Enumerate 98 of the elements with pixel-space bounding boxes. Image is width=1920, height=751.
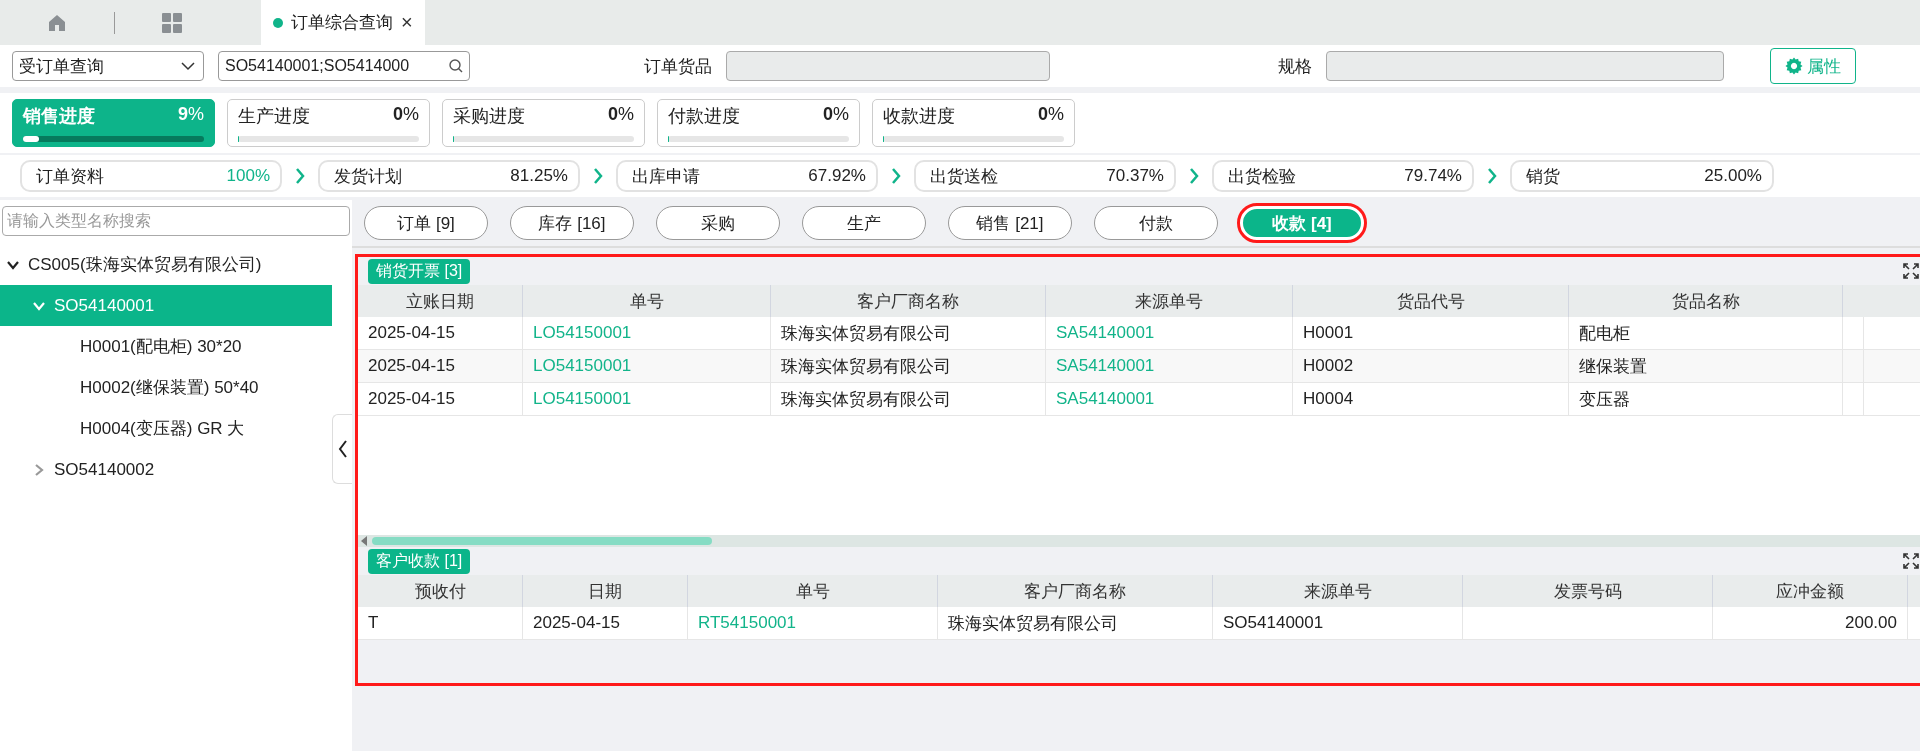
column-header: 客户厂商名称 xyxy=(938,575,1213,607)
detail-tab[interactable]: 库存 [16] xyxy=(510,206,634,240)
table-cell: H0002 xyxy=(1303,356,1354,376)
table-cell-text: 珠海实体贸易有限公司 xyxy=(781,388,951,411)
column-header: 客户厂商名称 xyxy=(771,285,1046,317)
column-header: 货品代号 xyxy=(1293,285,1569,317)
stage-value: 81.25% xyxy=(510,166,568,186)
stage-pill[interactable]: 出库申请 67.92% xyxy=(616,160,878,192)
stage-value: 25.00% xyxy=(1704,166,1762,186)
fullscreen-icon[interactable] xyxy=(1903,263,1919,279)
chevron-left-icon xyxy=(337,440,348,458)
chevron-right-icon xyxy=(891,168,901,184)
progress-label: 采购进度 xyxy=(453,105,525,128)
table-cell-text: 珠海实体贸易有限公司 xyxy=(781,322,951,345)
progress-card[interactable]: 收款进度 0% xyxy=(872,99,1075,147)
query-type-select[interactable]: 受订单查询 xyxy=(12,51,204,81)
column-header: 发票号码 xyxy=(1463,575,1713,607)
search-field[interactable]: SO54140001;SO5414000 xyxy=(218,51,470,81)
collapse-button[interactable] xyxy=(332,414,352,484)
table-cell-text: 配电柜 xyxy=(1579,322,1630,345)
tab-label: 订单综合查询 xyxy=(291,12,393,34)
fullscreen-icon[interactable] xyxy=(1903,553,1919,569)
status-dot-icon xyxy=(273,17,283,28)
stage-pill[interactable]: 订单资料 100% xyxy=(20,160,282,192)
stage-value: 79.74% xyxy=(1404,166,1462,186)
table-cell: 2025-04-15 xyxy=(368,389,455,409)
table-cell-text: 变压器 xyxy=(1579,388,1630,411)
column-header: 预收付 xyxy=(358,575,523,607)
table-cell: T xyxy=(368,613,379,633)
progress-value: 0% xyxy=(392,104,419,126)
progress-value: 0% xyxy=(822,104,849,126)
progress-value: 0% xyxy=(607,104,634,126)
chevron-right-icon xyxy=(1189,168,1199,184)
table-cell: 200.00 xyxy=(1845,613,1897,633)
chevron-right-icon xyxy=(593,168,603,184)
table-cell: H0004 xyxy=(1303,389,1354,409)
table-cell: H0001 xyxy=(1303,323,1354,343)
table-cell: 2025-04-15 xyxy=(533,613,620,633)
tree-item[interactable]: H0004(变压器) GR 大 xyxy=(0,408,332,449)
stage-pill[interactable]: 销货 25.00% xyxy=(1510,160,1774,192)
stage-label: 订单资料 xyxy=(36,165,104,188)
table-cell-text: 珠海实体贸易有限公司 xyxy=(781,355,951,378)
progress-label: 生产进度 xyxy=(238,105,310,128)
triangle-left-icon[interactable] xyxy=(360,536,368,546)
table-cell: SO54140001 xyxy=(1223,613,1324,633)
detail-tab[interactable]: 销售 [21] xyxy=(948,206,1072,240)
column-header: 来源单号 xyxy=(1213,575,1463,607)
detail-tab[interactable]: 付款 xyxy=(1094,206,1218,240)
section-title: 销货开票 [3] xyxy=(368,258,471,284)
chevron-right-icon xyxy=(1487,168,1497,184)
stage-label: 发货计划 xyxy=(334,165,402,188)
column-header: 来源单号 xyxy=(1046,285,1293,317)
table-cell: 2025-04-15 xyxy=(368,356,455,376)
tree-item[interactable]: H0001(配电柜) 30*20 xyxy=(0,326,332,367)
tree-item[interactable]: SO54140002 xyxy=(0,449,332,490)
column-header: 单号 xyxy=(688,575,938,607)
detail-tab[interactable]: 生产 xyxy=(802,206,926,240)
tree-item[interactable]: H0002(继保装置) 50*40 xyxy=(0,367,332,408)
field-label: 订单货品 xyxy=(644,55,712,78)
stage-label: 出货送检 xyxy=(930,165,998,188)
table-cell-text: 继保装置 xyxy=(1579,355,1647,378)
table-cell-text: 珠海实体贸易有限公司 xyxy=(948,612,1118,635)
stage-pill[interactable]: 出货检验 79.74% xyxy=(1212,160,1474,192)
stage-value: 70.37% xyxy=(1106,166,1164,186)
section-title: 客户收款 [1] xyxy=(368,548,471,574)
progress-label: 销售进度 xyxy=(23,105,95,128)
progress-value: 9% xyxy=(177,104,204,126)
column-header: 立账日期 xyxy=(358,285,523,317)
search-icon xyxy=(449,59,463,73)
detail-tab[interactable]: 订单 [9] xyxy=(364,206,488,240)
gear-icon xyxy=(1785,57,1803,75)
stage-pill[interactable]: 发货计划 81.25% xyxy=(318,160,580,192)
progress-card[interactable]: 生产进度 0% xyxy=(227,99,430,147)
field-label: 规格 xyxy=(1278,55,1312,78)
page-tab[interactable]: 订单综合查询 × xyxy=(261,0,425,45)
stage-value: 67.92% xyxy=(808,166,866,186)
column-header: 日期 xyxy=(523,575,688,607)
stage-label: 出库申请 xyxy=(632,165,700,188)
stage-label: 销货 xyxy=(1526,165,1560,188)
progress-card[interactable]: 付款进度 0% xyxy=(657,99,860,147)
horizontal-scrollbar[interactable] xyxy=(358,535,1920,547)
stage-pill[interactable]: 出货送检 70.37% xyxy=(914,160,1176,192)
stage-value: 100% xyxy=(226,166,270,186)
chevron-right-icon xyxy=(295,168,305,184)
chevron-down-icon xyxy=(181,61,195,71)
progress-card[interactable]: 采购进度 0% xyxy=(442,99,645,147)
progress-label: 收款进度 xyxy=(883,105,955,128)
column-header: 单号 xyxy=(523,285,771,317)
stage-label: 出货检验 xyxy=(1228,165,1296,188)
close-icon[interactable]: × xyxy=(401,11,413,34)
tree-search-field[interactable]: 请输入类型名称搜索 xyxy=(2,206,350,236)
column-header: 应冲金额 xyxy=(1713,575,1908,607)
column-header: 货品名称 xyxy=(1569,285,1843,317)
tree-item[interactable]: CS005(珠海实体贸易有限公司) xyxy=(0,244,332,285)
detail-tab[interactable]: 采购 xyxy=(656,206,780,240)
table-cell: 2025-04-15 xyxy=(368,323,455,343)
progress-value: 0% xyxy=(1037,104,1064,126)
progress-label: 付款进度 xyxy=(668,105,740,128)
